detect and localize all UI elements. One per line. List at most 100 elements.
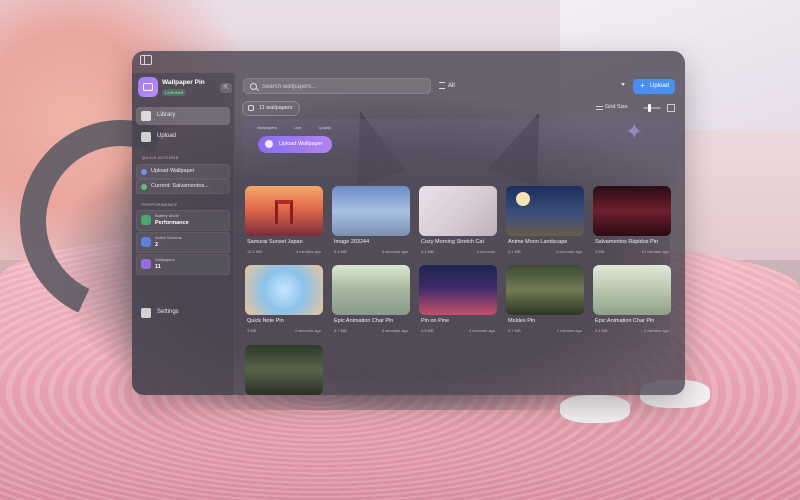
quick-action-label: Current: Salvamentos...: [151, 183, 209, 189]
quick-action-current-wallpaper[interactable]: Current: Salvamentos...: [136, 179, 230, 194]
image-icon: [141, 259, 151, 269]
wallpaper-size: 12.3 MB: [247, 249, 262, 254]
wallpaper-count-pill: 11 wallpapers: [242, 101, 300, 116]
chevron-down-icon[interactable]: [621, 83, 625, 86]
wallpaper-date: 4 seconds: [476, 249, 495, 254]
titlebar: [132, 51, 685, 73]
wallpaper-thumbnail[interactable]: [245, 265, 323, 315]
check-dot-icon: [141, 183, 147, 190]
filter-icon: [439, 82, 445, 89]
wallpaper-name: Epic Animation Char Pin: [595, 318, 655, 324]
upload-circle-icon: [265, 140, 273, 148]
slider-knob[interactable]: [648, 104, 651, 112]
wallpaper-card[interactable]: Epic Animation Char Pin 3.1 MB 2 minutes…: [593, 265, 671, 347]
banner-tags: Wallpapers Live Quality: [257, 125, 341, 130]
wallpaper-size: 3 MB: [595, 249, 605, 254]
wallpaper-thumbnail[interactable]: [245, 345, 323, 395]
upload-wallpaper-label: Upload Wallpaper: [279, 141, 323, 147]
wallpaper-date: 4 seconds ago: [468, 328, 495, 333]
app-window: Wallpaper Pin Licensed ⇱ Library Upload …: [132, 51, 685, 395]
grid-size-slider[interactable]: [643, 104, 661, 112]
sidebar-item-settings[interactable]: Settings: [136, 304, 230, 322]
upload-button-label: Upload: [650, 83, 670, 89]
upload-wallpaper-button[interactable]: Upload Wallpaper: [258, 136, 332, 153]
banner-tag: Wallpapers: [257, 125, 277, 130]
wallpaper-thumbnail[interactable]: [506, 186, 584, 236]
wallpaper-card[interactable]: Anime Moon Landscape 2.1 MB 4 seconds ag…: [506, 186, 584, 268]
wallpaper-size: 5.7 MB: [508, 328, 521, 333]
upload-icon: [141, 132, 151, 142]
monitor-icon: [141, 237, 151, 247]
wallpaper-date: 2 minutes ago: [643, 328, 669, 333]
wallpaper-name: Moldes Pin: [508, 318, 536, 324]
quick-action-upload-wallpaper[interactable]: Upload Wallpaper: [136, 164, 230, 179]
perf-active-screens: Active Screens 2: [136, 232, 230, 253]
upload-banner: Wallpapers Live Quality Upload Wallpaper…: [243, 119, 677, 189]
wallpaper-name: Pin on Pine: [421, 318, 450, 324]
wallpaper-date: 4 seconds ago: [381, 249, 408, 254]
wallpaper-thumbnail[interactable]: [332, 186, 410, 236]
wallpaper-name: Anime Moon Landscape: [508, 239, 568, 245]
open-external-icon[interactable]: ⇱: [220, 83, 232, 93]
battery-icon: [141, 215, 151, 225]
search-icon: [250, 83, 257, 90]
wallpaper-name: Epic Animation Char Pin: [334, 318, 394, 324]
wallpaper-name: Salvamentos Rápidos Pin: [595, 239, 658, 245]
perf-battery-mode: Battery Mode Performance: [136, 210, 230, 231]
performance-title: PERFORMANCE: [142, 202, 178, 207]
app-logo-icon: [138, 77, 158, 97]
wallpaper-date: 4 seconds ago: [381, 328, 408, 333]
sidebar-item-library[interactable]: Library: [136, 107, 230, 125]
filter-label: All: [448, 83, 455, 90]
license-badge: Licensed: [162, 89, 187, 96]
sidebar-item-upload[interactable]: Upload: [136, 128, 230, 146]
perf-wallpapers: Wallpapers 11: [136, 254, 230, 275]
search-input[interactable]: [260, 81, 424, 93]
wallpaper-thumbnail[interactable]: [419, 265, 497, 315]
sidebar-toggle-icon[interactable]: [140, 55, 152, 65]
wallpaper-date: 2 minutes ago: [556, 328, 582, 333]
gear-icon: [141, 308, 151, 318]
sidebar-item-label: Settings: [157, 309, 179, 315]
wallpaper-size: 3.4 MB: [334, 249, 347, 254]
brand: Wallpaper Pin Licensed ⇱: [138, 77, 232, 99]
banner-tag: Live: [293, 125, 302, 130]
filter-dropdown[interactable]: All: [439, 82, 455, 89]
wallpaper-thumbnail[interactable]: [332, 265, 410, 315]
perf-label: Active Screens: [155, 235, 182, 240]
wallpaper-card[interactable]: Cozy Morning Stretch Cat 4.1 MB 4 second…: [419, 186, 497, 268]
folder-icon: [248, 105, 254, 111]
wallpaper-date: 2 seconds ago: [294, 328, 321, 333]
search-box: [243, 78, 431, 94]
wallpaper-card[interactable]: Quick Note Pin 3 MB 2 seconds ago: [245, 265, 323, 347]
wallpaper-card[interactable]: [245, 345, 323, 395]
wallpaper-card[interactable]: Samurai Sunset Japan 12.3 MB 4 minutes a…: [245, 186, 323, 268]
wallpaper-card[interactable]: Pin on Pine 4.8 MB 4 seconds ago: [419, 265, 497, 347]
grid-size-label: Grid Size: [605, 104, 628, 110]
wallpaper-thumbnail[interactable]: [419, 186, 497, 236]
library-icon: [141, 111, 151, 121]
main-content: All + Upload 11 wallpapers Grid Size Wal…: [235, 73, 685, 395]
perf-value: 2: [155, 242, 159, 248]
wallpaper-date: 12 minutes ago: [641, 249, 669, 254]
wallpaper-size: 4.8 MB: [421, 328, 434, 333]
perf-label: Wallpapers: [155, 257, 175, 262]
wallpaper-card[interactable]: Epic Animation Char Pin 3.7 MB 4 seconds…: [332, 265, 410, 347]
sidebar: Wallpaper Pin Licensed ⇱ Library Upload …: [132, 73, 235, 395]
wallpaper-name: Cozy Morning Stretch Cat: [421, 239, 484, 245]
perf-value: Performance: [155, 220, 189, 226]
wallpaper-thumbnail[interactable]: [593, 265, 671, 315]
wallpaper-card[interactable]: Moldes Pin 5.7 MB 2 minutes ago: [506, 265, 584, 347]
wallpaper-name: Quick Note Pin: [247, 318, 284, 324]
grid-icon[interactable]: [667, 104, 675, 112]
wallpaper-thumbnail[interactable]: [506, 265, 584, 315]
wallpaper-name: Samurai Sunset Japan: [247, 239, 303, 245]
wallpaper-card[interactable]: Salvamentos Rápidos Pin 3 MB 12 minutes …: [593, 186, 671, 268]
list-icon[interactable]: [596, 105, 603, 111]
wallpaper-card[interactable]: Image 203244 3.4 MB 4 seconds ago: [332, 186, 410, 268]
upload-button[interactable]: + Upload: [633, 79, 675, 94]
wallpaper-thumbnail[interactable]: [593, 186, 671, 236]
wallpaper-size: 3.7 MB: [334, 328, 347, 333]
wallpaper-count-label: 11 wallpapers: [259, 105, 293, 111]
wallpaper-thumbnail[interactable]: [245, 186, 323, 236]
